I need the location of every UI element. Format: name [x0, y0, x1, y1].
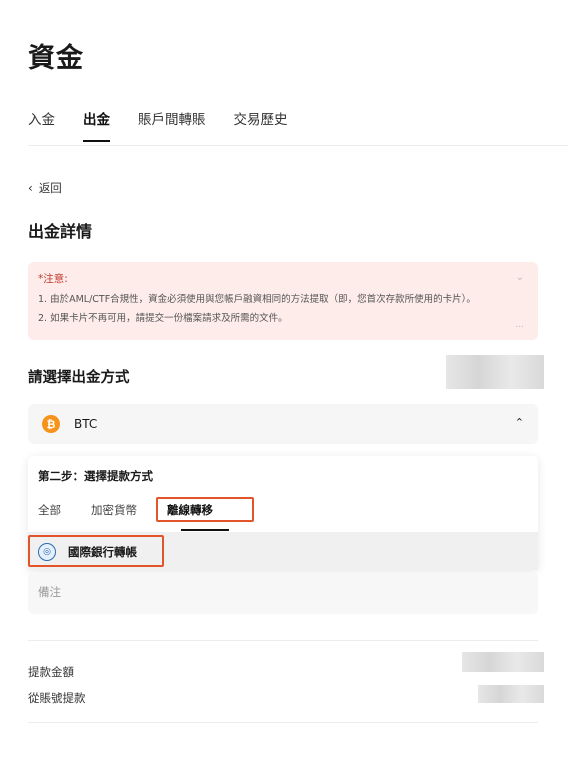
account-label: 從賬號提款 [28, 691, 86, 705]
chevron-up-icon: ⌃ [514, 416, 524, 429]
active-tab-underline [181, 529, 229, 531]
bitcoin-icon: ₿ [42, 415, 60, 433]
page-title: 資金 [28, 43, 84, 74]
tab-withdraw[interactable]: 出金 [83, 108, 110, 142]
back-label: 返回 [38, 181, 62, 195]
divider [28, 640, 538, 641]
notice-line-2: 2. 如果卡片不再可用，請提交一份檔案請求及所需的文件。 [38, 313, 288, 324]
bank-icon: ◎ [38, 542, 56, 561]
highlight-box-tab [156, 497, 254, 522]
tabs-divider [28, 145, 568, 146]
back-link[interactable]: ‹ 返回 [28, 180, 62, 196]
divider [28, 722, 538, 723]
method-tab-all[interactable]: 全部 [38, 502, 61, 518]
remark-input[interactable]: 備注 [28, 572, 538, 614]
tab-deposit[interactable]: 入金 [28, 108, 55, 142]
option-international-bank-transfer[interactable]: ◎ 國際銀行轉帳 [28, 533, 538, 570]
notice-box: *注意: 1. 由於AML/CTF合規性，資金必須使用與您帳戶融資相同的方法提取… [28, 262, 538, 340]
funds-tabs: 入金 出金 賬戶間轉賬 交易歷史 [28, 108, 316, 142]
notice-more[interactable]: ... [515, 320, 524, 330]
coin-label: BTC [74, 417, 98, 431]
notice-head: *注意: [38, 273, 68, 285]
method-tab-crypto[interactable]: 加密貨幣 [91, 502, 137, 518]
blurred-account [478, 685, 544, 703]
step-title: 第二步：選擇提款方式 [38, 469, 153, 483]
section-title: 出金詳情 [28, 222, 93, 241]
option-label: 國際銀行轉帳 [68, 544, 137, 559]
chevron-left-icon: ‹ [28, 181, 33, 195]
tab-transaction-history[interactable]: 交易歷史 [234, 108, 288, 142]
notice-line-1: 1. 由於AML/CTF合規性，資金必須使用與您帳戶融資相同的方法提取（即，您首… [38, 294, 476, 305]
amount-label: 提款金額 [28, 665, 74, 679]
method-title: 請選擇出金方式 [28, 370, 130, 386]
coin-select[interactable]: ₿ BTC ⌃ [28, 404, 538, 444]
tab-internal-transfer[interactable]: 賬戶間轉賬 [138, 108, 206, 142]
blurred-balance [446, 355, 544, 389]
chevron-down-icon[interactable]: ⌄ [516, 272, 524, 283]
blurred-amount [462, 652, 544, 672]
